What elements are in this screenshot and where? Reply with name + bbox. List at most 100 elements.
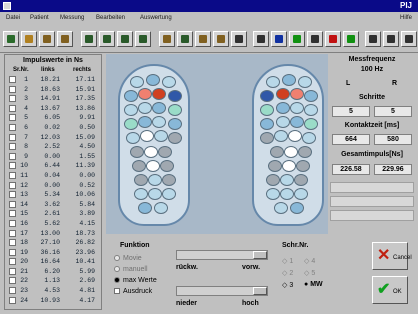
toolbar-button-patient[interactable]	[39, 31, 55, 47]
toolbar-button-go[interactable]	[343, 31, 359, 47]
pressure-sensor	[154, 130, 168, 142]
toolbar-button-new[interactable]	[3, 31, 19, 47]
measurement-panel: Messfrequenz 100 Hz L R Schritte 5 5 Kon…	[330, 54, 414, 236]
row-right-value: 10.41	[75, 258, 95, 266]
menu-item-bearbeiten[interactable]: Bearbeiten	[96, 15, 125, 21]
impulse-table-header: Sr.Nr. links rechts	[5, 67, 101, 75]
toolbar-button-open[interactable]	[21, 31, 37, 47]
row-checkbox[interactable]	[9, 104, 16, 112]
step-radio-5[interactable]: ◇ 5	[304, 269, 315, 277]
row-checkbox[interactable]	[9, 114, 16, 122]
row-checkbox[interactable]	[9, 95, 16, 103]
contact-time-label: Kontaktzeit [ms]	[344, 122, 400, 129]
menu-item-auswertung[interactable]: Auswertung	[140, 15, 172, 21]
row-right-value: 26.82	[75, 239, 95, 247]
table-row: 13 5.34 10.06	[5, 190, 101, 200]
empty-row-2	[330, 196, 414, 207]
step-radio-4[interactable]: ◇ 4	[304, 257, 315, 265]
toolbar-button-arrow[interactable]	[365, 31, 381, 47]
step-radio-2[interactable]: ◇ 2	[282, 269, 293, 277]
row-checkbox[interactable]	[9, 162, 16, 170]
row-checkbox[interactable]	[9, 229, 16, 237]
radio-dot	[114, 277, 120, 283]
row-checkbox[interactable]	[9, 133, 16, 141]
row-checkbox[interactable]	[9, 171, 16, 179]
threshold-slider-thumb[interactable]	[253, 287, 267, 295]
radio-max-werte[interactable]: max Werte	[114, 277, 157, 284]
row-checkbox[interactable]	[9, 287, 16, 295]
row-checkbox[interactable]	[9, 143, 16, 151]
row-checkbox[interactable]	[9, 76, 16, 83]
row-checkbox[interactable]	[9, 277, 16, 285]
row-checkbox[interactable]	[9, 248, 16, 256]
row-checkbox[interactable]	[9, 200, 16, 208]
pressure-sensor	[294, 188, 308, 200]
menu-item-help[interactable]: Hilfe	[400, 15, 412, 21]
toolbar-button-print[interactable]	[253, 31, 269, 47]
ok-button[interactable]: ✔ OK	[372, 276, 408, 304]
row-checkbox[interactable]	[9, 181, 16, 189]
toolbar-button-record[interactable]	[325, 31, 341, 47]
step-radio-1[interactable]: ◇ 1	[282, 257, 293, 265]
row-number: 18	[20, 239, 28, 247]
toolbar-button-copy[interactable]	[231, 31, 247, 47]
app-icon[interactable]	[3, 2, 11, 10]
row-checkbox[interactable]	[9, 296, 16, 304]
row-right-value: 10.06	[75, 191, 95, 199]
threshold-slider[interactable]	[176, 286, 268, 296]
toolbar-button-exit[interactable]	[401, 31, 417, 47]
playback-slider-thumb[interactable]	[253, 251, 267, 259]
checkbox-box	[114, 288, 120, 294]
toolbar-button-chart[interactable]	[99, 31, 115, 47]
pressure-sensor	[160, 160, 174, 172]
toolbar-button-zoom[interactable]	[383, 31, 399, 47]
toolbar-button-balance[interactable]	[159, 31, 175, 47]
toolbar-button-help[interactable]	[271, 31, 287, 47]
green-icon	[293, 35, 301, 43]
row-checkbox[interactable]	[9, 219, 16, 227]
row-checkbox[interactable]	[9, 210, 16, 218]
row-number: 4	[24, 104, 28, 112]
row-checkbox[interactable]	[9, 267, 16, 275]
toolbar-button-green[interactable]	[289, 31, 305, 47]
toolbar-button-scale[interactable]	[307, 31, 323, 47]
toolbar-button-foot[interactable]	[57, 31, 73, 47]
toolbar-button-grid[interactable]	[213, 31, 229, 47]
toolbar-button-sensor[interactable]	[195, 31, 211, 47]
radio-movie[interactable]: Movie	[114, 255, 142, 262]
radio-manuell[interactable]: manuell	[114, 266, 148, 273]
menu-item-messung[interactable]: Messung	[60, 15, 84, 21]
row-left-value: 0.04	[44, 171, 60, 179]
header-rechts: rechts	[73, 67, 92, 73]
scale-icon	[311, 35, 319, 43]
row-checkbox[interactable]	[9, 85, 16, 93]
sensor-icon	[199, 35, 207, 43]
wave-icon	[121, 35, 129, 43]
menu-item-datei[interactable]: Datei	[6, 15, 20, 21]
row-number: 16	[20, 219, 28, 227]
row-right-value: 2.69	[79, 277, 95, 285]
pressure-sensor	[140, 130, 154, 142]
row-checkbox[interactable]	[9, 239, 16, 247]
toolbar-button-compare[interactable]	[177, 31, 193, 47]
playback-slider[interactable]	[176, 250, 268, 260]
row-checkbox[interactable]	[9, 258, 16, 266]
row-right-value: 23.96	[75, 248, 95, 256]
table-row: 16 5.62 4.15	[5, 219, 101, 229]
steps-left-value: 5	[332, 106, 370, 117]
menu-item-patient[interactable]: Patient	[30, 15, 49, 21]
toolbar-button-graph[interactable]	[81, 31, 97, 47]
step-radio-3[interactable]: ◇ 3	[282, 281, 293, 289]
row-checkbox[interactable]	[9, 123, 16, 131]
cancel-button[interactable]: ✕ Cancel	[372, 242, 412, 270]
row-checkbox[interactable]	[9, 191, 16, 199]
toolbar-button-measure[interactable]	[135, 31, 151, 47]
pressure-sensor	[282, 74, 296, 86]
radio-max-werte-label: max Werte	[123, 277, 157, 284]
toolbar-button-wave[interactable]	[117, 31, 133, 47]
checkbox-ausdruck[interactable]: Ausdruck	[114, 288, 152, 295]
row-right-value: 4.15	[79, 219, 95, 227]
foot-pressure-display	[106, 54, 328, 234]
step-radio-mw[interactable]: ● MW	[304, 281, 323, 288]
row-checkbox[interactable]	[9, 152, 16, 160]
